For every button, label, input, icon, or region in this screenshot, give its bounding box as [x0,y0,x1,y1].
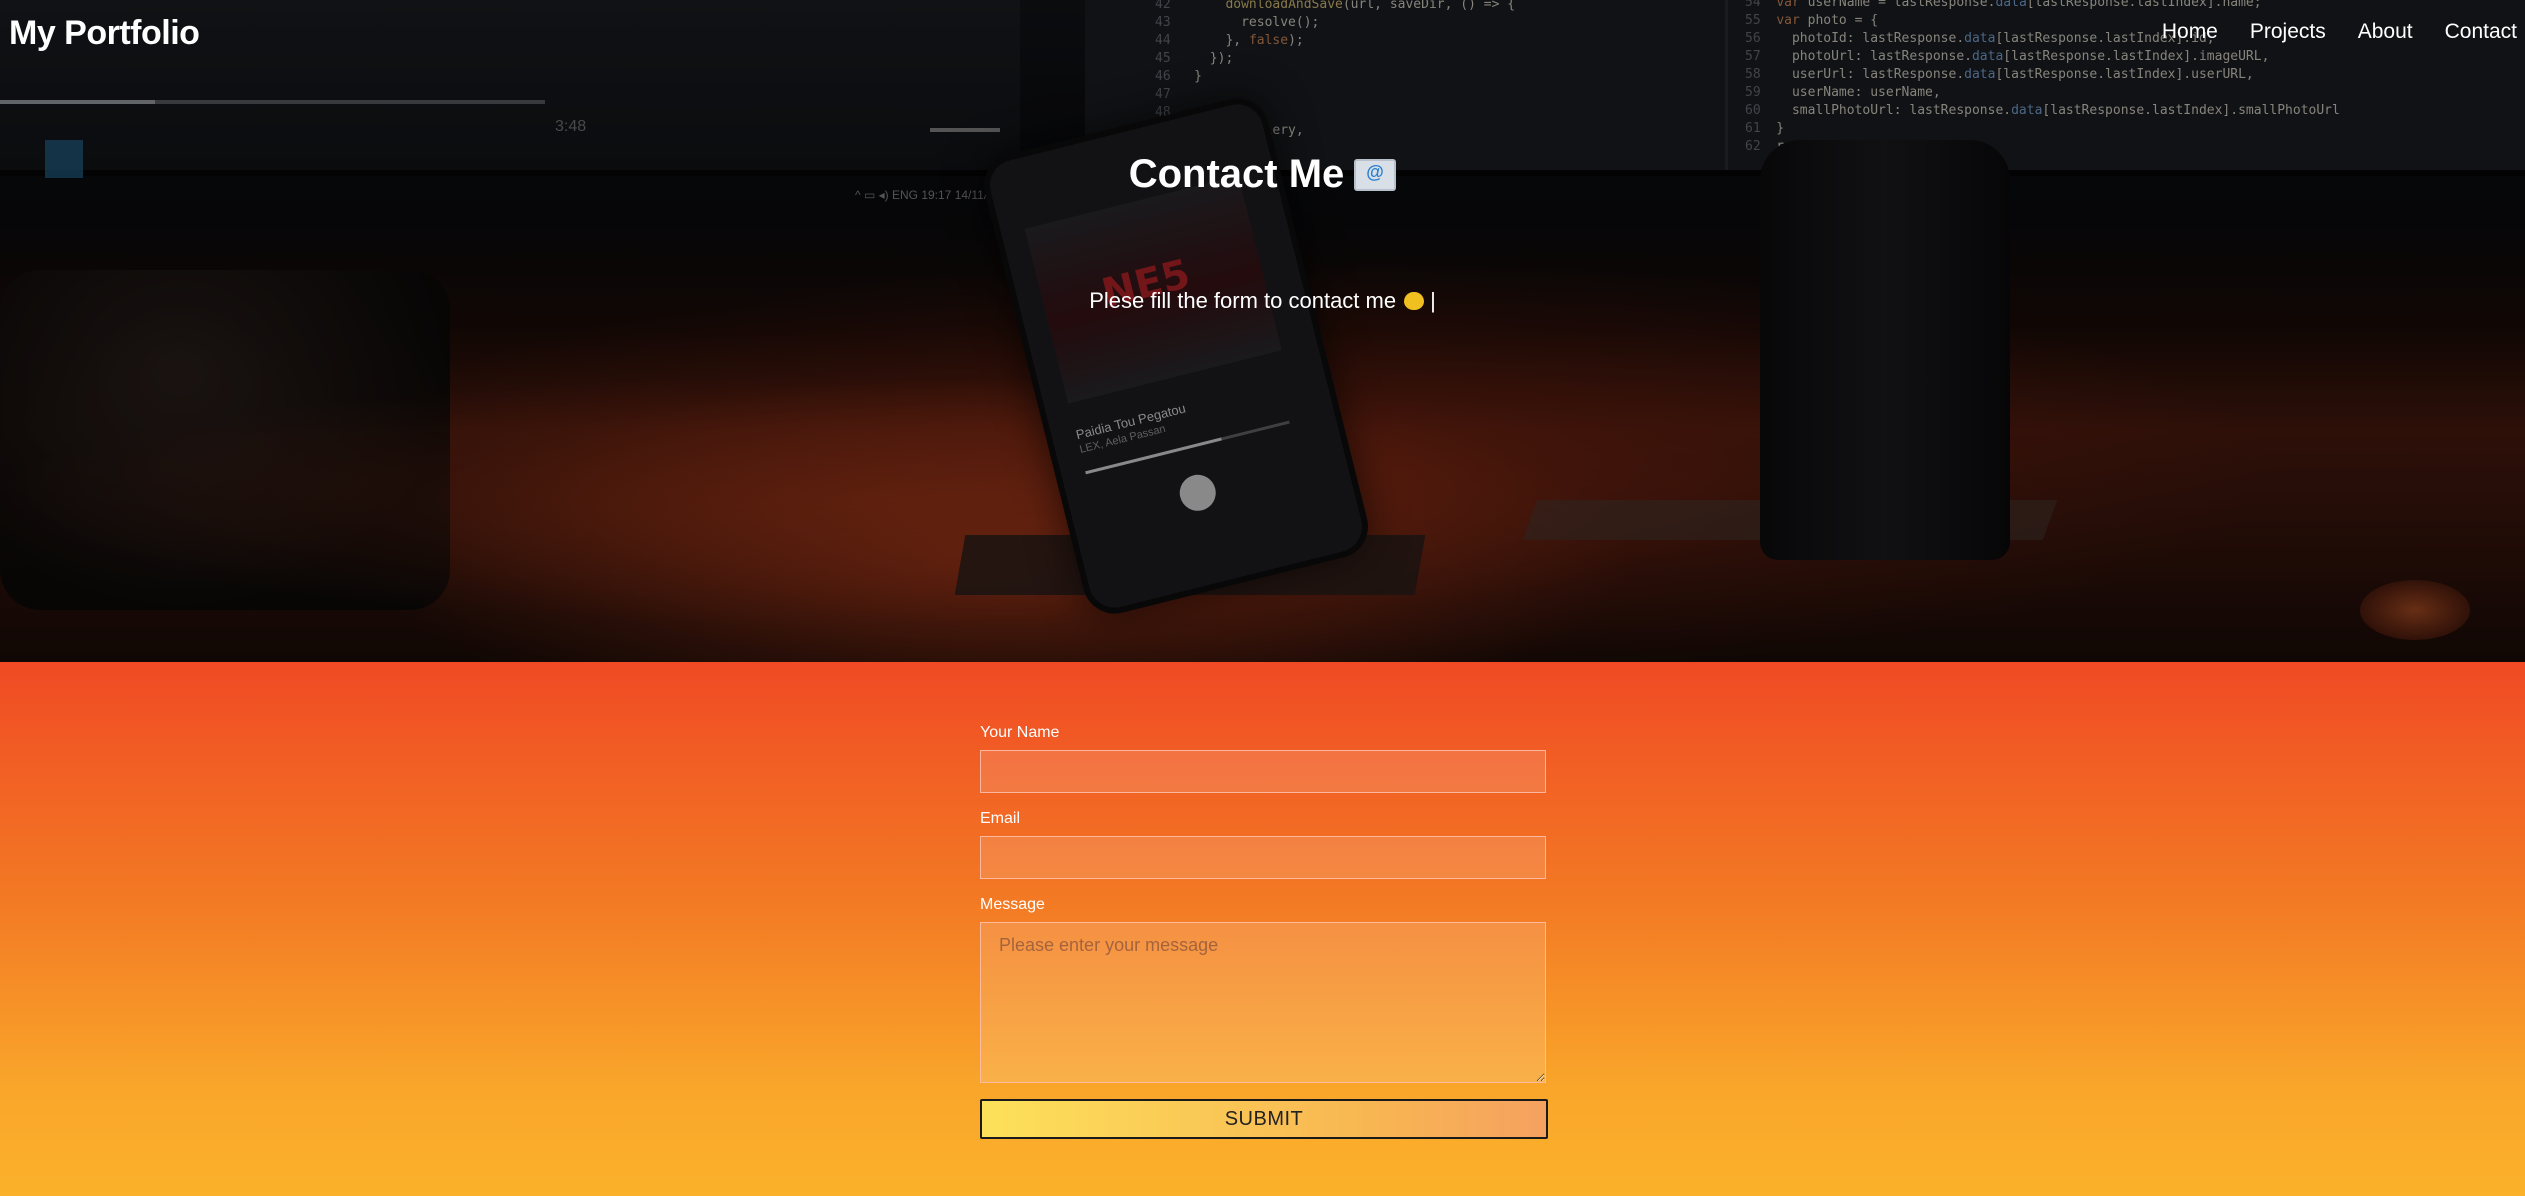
contact-form: Your Name Email Message SUBMIT [980,724,1550,1139]
page-title: Contact Me [0,152,2525,197]
email-icon [1354,159,1397,191]
main-nav: Home Projects About Contact [2130,20,2517,44]
email-label: Email [980,810,1021,827]
hero-overlay [0,0,2525,662]
page-title-text: Contact Me [1128,152,1345,196]
name-label: Your Name [980,724,1060,741]
nav-link-contact[interactable]: Contact [2445,20,2517,44]
hero-background: 3:48 ^ ▭ ◂) ENG 19:17 14/11/2020 42 down… [0,0,2525,662]
submit-button[interactable]: SUBMIT [980,1099,1548,1139]
email-input[interactable] [980,836,1546,879]
nav-link-projects[interactable]: Projects [2250,20,2326,44]
page-subtitle-text: Plese fill the form to contact me [1089,288,1397,313]
nav-link-home[interactable]: Home [2162,20,2218,44]
message-label: Message [980,896,1045,913]
email-group: Email [980,810,1550,879]
message-group: Message [980,896,1550,1083]
page-subtitle: Plese fill the form to contact me | [0,288,2525,314]
name-input[interactable] [980,750,1546,793]
name-group: Your Name [980,724,1550,793]
brand-logo[interactable]: My Portfolio [9,14,200,53]
typing-cursor: | [1430,288,1436,313]
yellow-heart-icon [1404,292,1425,310]
nav-link-about[interactable]: About [2358,20,2413,44]
message-textarea[interactable] [980,922,1546,1083]
contact-form-section: Your Name Email Message SUBMIT [0,662,2525,1196]
